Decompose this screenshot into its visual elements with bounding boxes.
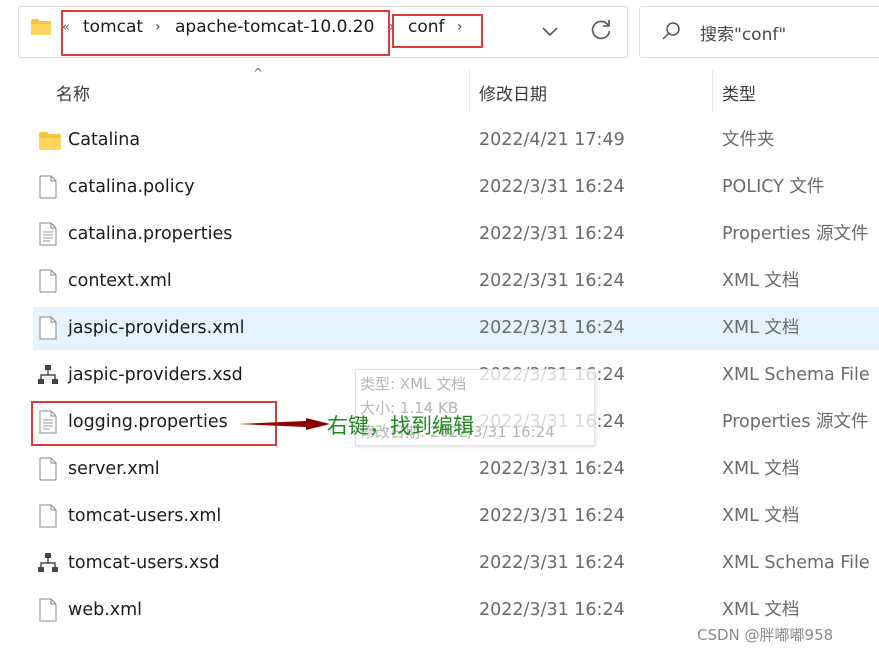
file-name: web.xml: [68, 600, 143, 620]
file-type: POLICY 文件: [722, 177, 825, 197]
file-icon: [39, 175, 57, 199]
refresh-icon[interactable]: [586, 15, 616, 45]
tooltip-type: 类型: XML 文档: [360, 375, 467, 393]
file-name: tomcat-users.xml: [68, 506, 222, 526]
column-header-type[interactable]: 类型: [722, 80, 756, 105]
folder-icon: [39, 132, 61, 150]
column-header-name[interactable]: 名称: [56, 80, 90, 105]
file-row[interactable]: catalina.properties 2022/3/31 16:24 Prop…: [33, 213, 879, 256]
watermark: CSDN @胖嘟嘟958: [697, 626, 834, 644]
file-icon: [39, 598, 57, 622]
file-type: XML Schema File: [722, 553, 870, 573]
file-date: 2022/3/31 16:24: [479, 224, 625, 244]
file-type: Properties 源文件: [722, 412, 869, 432]
file-date: 2022/3/31 16:24: [479, 600, 625, 620]
arrow-icon: [238, 418, 330, 430]
file-date: 2022/3/31 16:24: [479, 553, 625, 573]
file-type: XML 文档: [722, 459, 800, 479]
column-divider[interactable]: [469, 70, 470, 112]
file-name: catalina.properties: [68, 224, 233, 244]
file-row[interactable]: server.xml 2022/3/31 16:24 XML 文档: [33, 448, 879, 491]
annotation-text: 右键，找到编辑: [327, 414, 474, 438]
file-name: context.xml: [68, 271, 172, 291]
file-date: 2022/3/31 16:24: [479, 177, 625, 197]
search-placeholder: 搜索"conf": [700, 25, 787, 45]
file-row[interactable]: tomcat-users.xsd 2022/3/31 16:24 XML Sch…: [33, 542, 879, 585]
file-name: jaspic-providers.xml: [68, 318, 245, 338]
file-date: 2022/4/21 17:49: [479, 130, 625, 150]
file-name: tomcat-users.xsd: [68, 553, 220, 573]
file-date: 2022/3/31 16:24: [479, 506, 625, 526]
file-row[interactable]: Catalina 2022/4/21 17:49 文件夹: [33, 119, 879, 162]
navigation-bar: « tomcat › apache-tomcat-10.0.20 › conf …: [0, 0, 879, 70]
path-highlight-box: [61, 10, 390, 56]
file-icon: [39, 504, 57, 528]
search-icon: [662, 22, 680, 40]
file-row[interactable]: tomcat-users.xml 2022/3/31 16:24 XML 文档: [33, 495, 879, 538]
file-icon: [39, 457, 57, 481]
file-date: 2022/3/31 16:24: [479, 271, 625, 291]
file-date: 2022/3/31 16:24: [479, 318, 625, 338]
file-explorer-window: « tomcat › apache-tomcat-10.0.20 › conf …: [0, 0, 879, 655]
schema-file-icon: [38, 553, 58, 572]
file-type: XML Schema File: [722, 365, 870, 385]
conf-highlight-box: [392, 14, 483, 48]
file-name: server.xml: [68, 459, 160, 479]
column-divider[interactable]: [712, 70, 713, 112]
column-header-date[interactable]: 修改日期: [479, 80, 547, 105]
text-file-icon: [39, 222, 57, 246]
file-type: Properties 源文件: [722, 224, 869, 244]
file-type: XML 文档: [722, 271, 800, 291]
file-row[interactable]: jaspic-providers.xml 2022/3/31 16:24 XML…: [33, 307, 879, 350]
file-row[interactable]: catalina.policy 2022/3/31 16:24 POLICY 文…: [33, 166, 879, 209]
chevron-down-icon[interactable]: [536, 17, 564, 45]
schema-file-icon: [38, 365, 58, 384]
file-type: XML 文档: [722, 318, 800, 338]
file-name: jaspic-providers.xsd: [68, 365, 243, 385]
folder-icon: [31, 19, 51, 35]
file-name: catalina.policy: [68, 177, 195, 197]
sort-ascending-icon: ^: [253, 66, 264, 80]
file-icon: [39, 316, 57, 340]
file-type: XML 文档: [722, 506, 800, 526]
file-row[interactable]: context.xml 2022/3/31 16:24 XML 文档: [33, 260, 879, 303]
file-icon: [39, 269, 57, 293]
file-name: Catalina: [68, 130, 141, 150]
file-type: 文件夹: [722, 130, 775, 150]
file-date: 2022/3/31 16:24: [479, 459, 625, 479]
